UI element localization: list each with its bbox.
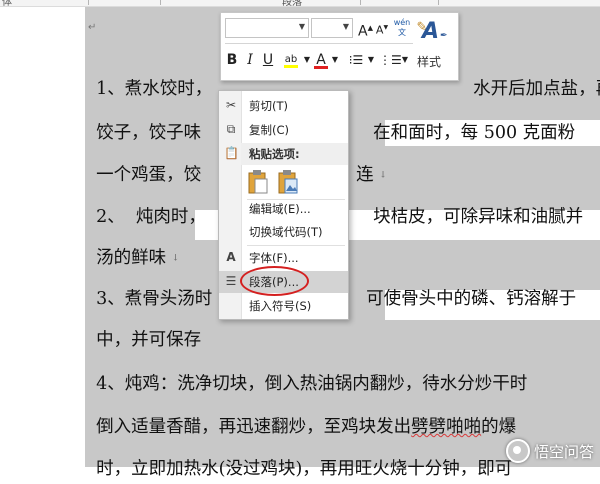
grow-font-icon: A bbox=[358, 23, 368, 40]
menu-item-label: 编辑域(E)... bbox=[249, 202, 311, 216]
paste-options-header: 粘贴选项: bbox=[241, 143, 348, 165]
highlighter-icon: ab bbox=[284, 54, 298, 65]
menu-separator bbox=[247, 245, 345, 246]
font-color-icon: A bbox=[316, 52, 326, 68]
watermark-logo-icon bbox=[505, 439, 530, 463]
toolbar-divider bbox=[225, 43, 413, 44]
page-margin bbox=[0, 7, 85, 467]
watermark: 悟空问答 bbox=[505, 439, 594, 463]
highlight-button[interactable]: ab bbox=[281, 49, 301, 71]
menu-item-label: 切换域代码(T) bbox=[249, 225, 323, 239]
doc-line-2[interactable]: 饺子，饺子味 bbox=[85, 88, 201, 143]
doc-text: 可使骨头中的磷、钙溶解于 bbox=[366, 289, 577, 309]
chevron-down-icon[interactable]: ▼ bbox=[303, 49, 311, 71]
styles-icon: A bbox=[422, 19, 440, 44]
shrink-font-button[interactable]: A▼ bbox=[375, 18, 389, 38]
pen-icon: ✒ bbox=[440, 31, 448, 41]
doc-line-4-tail[interactable]: 块桔皮，可除异味和油腻并 bbox=[362, 172, 583, 227]
doc-line-10[interactable]: 时，立即加热水(没过鸡块)，再用旺火烧十分钟，即可 bbox=[85, 424, 512, 479]
doc-text: 在和面时，每 500 克面粉 bbox=[373, 123, 576, 143]
doc-line-7[interactable]: 中，并可保存 bbox=[85, 295, 201, 350]
scissors-icon: ✂ bbox=[225, 98, 237, 112]
menu-item-label: 剪切(T) bbox=[249, 99, 288, 113]
doc-text: 块桔皮，可除异味和油腻并 bbox=[373, 207, 584, 227]
font-icon: A bbox=[226, 250, 236, 264]
paragraph-mark: ↵ bbox=[88, 22, 97, 33]
bullets-button[interactable]: ⁝☰ bbox=[345, 49, 367, 71]
mini-toolbar: ▼ ▼ A▲ A▼ wén文 ✎ B I U ab ▼ A ▼ ⁝☰ ▼ ⋮☰ … bbox=[220, 12, 459, 81]
doc-line-3[interactable]: 一个鸡蛋，饺 bbox=[85, 130, 201, 185]
grow-font-button[interactable]: A▲ bbox=[358, 18, 373, 40]
menu-item-label: 插入符号(S) bbox=[249, 299, 312, 313]
numbering-button[interactable]: ⋮☰ bbox=[379, 49, 402, 71]
paste-keep-icon bbox=[248, 170, 268, 194]
chevron-down-icon[interactable]: ▼ bbox=[367, 49, 375, 71]
highlight-annotation-ring bbox=[240, 266, 309, 296]
highlight-color-bar bbox=[284, 65, 298, 68]
doc-line-1[interactable]: 1、煮水饺时， bbox=[85, 44, 212, 99]
font-name-combo[interactable]: ▼ bbox=[225, 18, 309, 38]
chevron-down-icon[interactable]: ▼ bbox=[331, 49, 339, 71]
menu-item-toggle-field-codes[interactable]: 切换域代码(T) bbox=[219, 221, 348, 243]
doc-text: 时，立即加热水(没过鸡块)，再用旺火烧十分钟，即可 bbox=[96, 459, 513, 479]
menu-item-edit-field[interactable]: 编辑域(E)... bbox=[219, 198, 348, 220]
styles-button[interactable]: A ✒ 样式 bbox=[414, 17, 454, 75]
ruler-tick bbox=[88, 0, 89, 5]
paste-keep-formatting-button[interactable] bbox=[247, 169, 269, 195]
watermark-text: 悟空问答 bbox=[533, 442, 594, 461]
doc-line-2-tail[interactable]: 在和面时，每 500 克面粉 bbox=[362, 88, 575, 143]
copy-icon: ⧉ bbox=[226, 122, 236, 136]
doc-line-4[interactable]: 2、 炖肉时， bbox=[85, 172, 206, 227]
doc-line-9[interactable]: 倒入适量香醋，再迅速翻炒，至鸡块发出劈劈啪啪的爆 bbox=[85, 382, 516, 437]
doc-line-6[interactable]: 3、煮骨头汤时 bbox=[85, 254, 212, 309]
chevron-down-icon: ▼ bbox=[298, 22, 305, 31]
paste-picture-button[interactable] bbox=[277, 169, 299, 195]
font-size-combo[interactable]: ▼ bbox=[311, 18, 353, 38]
doc-line-8[interactable]: 4、炖鸡：洗净切块，倒入热油锅内翻炒，待水分炒干时 bbox=[85, 339, 527, 394]
phonetic-guide-icon: wén文 bbox=[393, 18, 411, 37]
doc-line-1-tail[interactable]: 水开后加点盐，再 bbox=[462, 44, 600, 99]
ruler-tick bbox=[160, 0, 161, 5]
chevron-down-icon: ▼ bbox=[342, 22, 349, 31]
italic-button[interactable]: I bbox=[243, 49, 257, 71]
clipboard-icon: 📋 bbox=[224, 146, 239, 160]
menu-item-cut[interactable]: ✂ 剪切(T) bbox=[219, 95, 348, 117]
chevron-down-icon[interactable]: ▼ bbox=[401, 49, 409, 71]
bold-button[interactable]: B bbox=[225, 49, 239, 71]
menu-item-copy[interactable]: ⧉ 复制(C) bbox=[219, 119, 348, 141]
top-ruler: 体 段落 bbox=[0, 0, 600, 8]
doc-line-3-tail[interactable]: 连 ↓ bbox=[345, 130, 387, 185]
styles-label: 样式 bbox=[417, 55, 442, 69]
ruler-tick bbox=[438, 0, 439, 5]
font-color-button[interactable]: A bbox=[313, 49, 329, 71]
menu-item-insert-symbol[interactable]: 插入符号(S) bbox=[219, 295, 348, 317]
ruler-tick bbox=[360, 0, 361, 5]
paste-picture-icon bbox=[278, 170, 298, 194]
menu-header-label: 粘贴选项: bbox=[249, 147, 300, 161]
doc-line-6-tail[interactable]: 可使骨头中的磷、钙溶解于 bbox=[355, 254, 576, 309]
phonetic-guide-button[interactable]: wén文 bbox=[392, 18, 412, 38]
menu-item-label: 字体(F)... bbox=[249, 251, 299, 265]
paragraph-icon: ☰ bbox=[225, 274, 237, 288]
menu-item-label: 复制(C) bbox=[249, 123, 290, 137]
underline-button[interactable]: U bbox=[261, 49, 275, 71]
doc-line-5[interactable]: 汤的鲜味 ↓ bbox=[85, 213, 179, 268]
